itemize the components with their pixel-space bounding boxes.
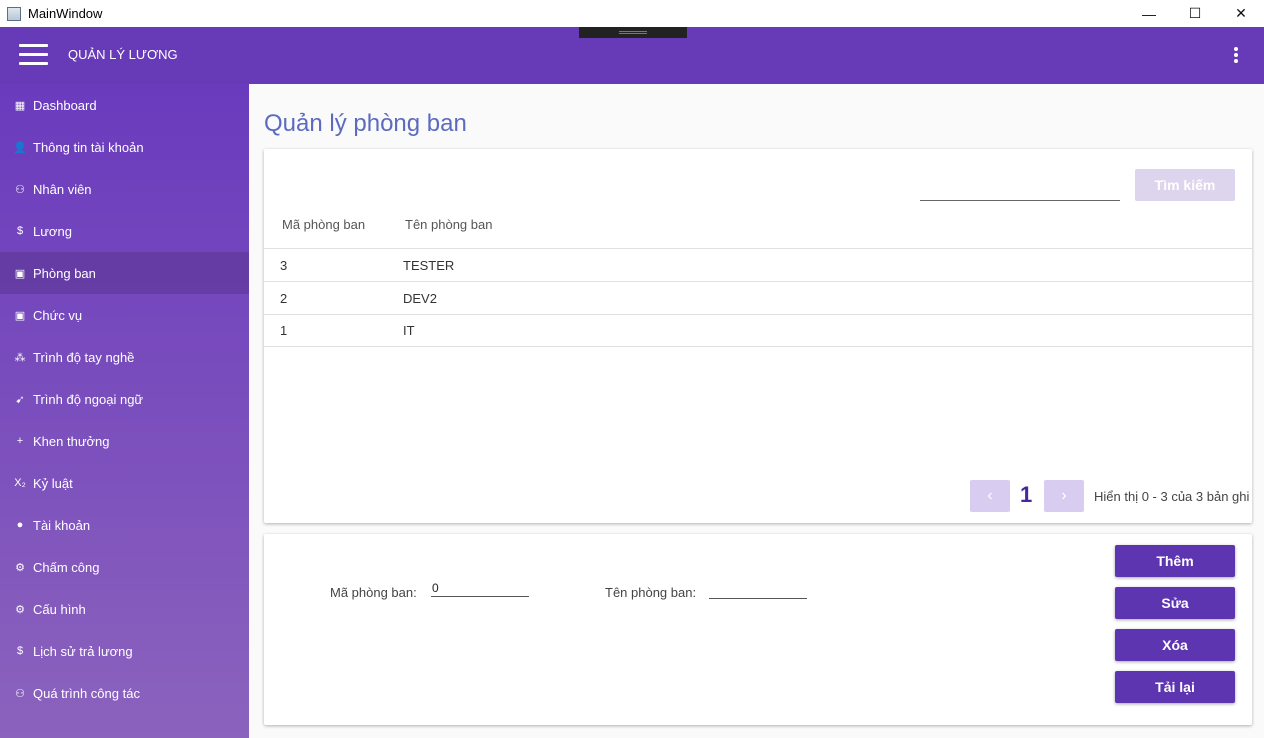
sidebar-item-13[interactable]: ⚙ Cấu hình <box>0 588 249 630</box>
window-titlebar: MainWindow — ☐ ✕ <box>0 0 1264 27</box>
sidebar-item-label: Chức vụ <box>33 307 83 323</box>
swift-icon: ➹ <box>15 393 25 406</box>
sidebar-item-label: Nhân viên <box>33 181 92 197</box>
table-row[interactable]: 3 TESTER <box>264 249 1252 282</box>
cell-ma: 2 <box>280 291 288 306</box>
app-bar: QUẢN LÝ LƯƠNG <box>0 27 1264 84</box>
sidebar-item-14[interactable]: $ Lịch sử trả lương <box>0 630 249 672</box>
app-title: QUẢN LÝ LƯƠNG <box>68 47 178 62</box>
department-form-card: Mã phòng ban: 0 Tên phòng ban: Thêm Sửa … <box>264 534 1252 725</box>
current-page-number: 1 <box>1020 482 1033 507</box>
cell-ten: IT <box>403 323 415 338</box>
gear-icon: ⚙ <box>15 603 25 616</box>
cell-ma: 3 <box>280 258 288 273</box>
edit-button[interactable]: Sửa <box>1115 587 1235 619</box>
gear-icon: ⚙ <box>15 561 25 574</box>
column-header-ma[interactable]: Mã phòng ban <box>282 217 365 232</box>
sidebar-item-12[interactable]: ⚙ Chấm công <box>0 546 249 588</box>
sidebar-item-label: Chấm công <box>33 559 100 575</box>
building-icon: ▣ <box>14 309 26 322</box>
main-content: Quản lý phòng ban Tìm kiếm Mã phòng ban … <box>249 84 1264 738</box>
column-header-ten[interactable]: Tên phòng ban <box>405 217 492 232</box>
hierarchy-icon: ⁂ <box>14 351 26 364</box>
sidebar-item-label: Phòng ban <box>33 265 96 281</box>
next-page-button[interactable]: › <box>1044 480 1084 512</box>
app-window-icon <box>7 6 21 21</box>
people-icon: ⚇ <box>15 183 25 196</box>
sidebar-item-label: Cấu hình <box>33 601 86 617</box>
sidebar-item-label: Lương <box>33 223 72 239</box>
close-button[interactable]: ✕ <box>1218 0 1264 27</box>
table-header: Mã phòng ban Tên phòng ban <box>264 209 1252 249</box>
dollar-circle-icon: $ <box>16 225 24 237</box>
sidebar-item-5[interactable]: ▣ Phòng ban <box>0 252 249 294</box>
ten-phong-ban-label: Tên phòng ban: <box>605 585 697 600</box>
window-drag-grip[interactable] <box>579 27 687 38</box>
sidebar-item-9[interactable]: + Khen thưởng <box>0 420 249 462</box>
account-check-icon: 👤 <box>13 141 27 154</box>
minimize-button[interactable]: — <box>1126 0 1172 27</box>
sidebar-item-7[interactable]: ⁂ Trình độ tay nghề <box>0 336 249 378</box>
sidebar-item-label: Lịch sử trả lương <box>33 643 133 659</box>
pager-info: Hiển thị 0 - 3 của 3 bản ghi <box>1094 489 1250 504</box>
dollar-circle-icon: $ <box>16 645 24 657</box>
people-icon: ⚇ <box>15 687 25 700</box>
sidebar-item-1[interactable]: ▦ Dashboard <box>0 84 249 126</box>
sidebar-item-6[interactable]: ▣ Chức vụ <box>0 294 249 336</box>
sidebar-item-label: Khen thưởng <box>33 433 110 449</box>
sidebar-item-8[interactable]: ➹ Trình độ ngoại ngữ <box>0 378 249 420</box>
sidebar-item-10[interactable]: X₂ Kỷ luật <box>0 462 249 504</box>
maximize-button[interactable]: ☐ <box>1172 0 1218 27</box>
hamburger-menu-icon[interactable] <box>19 44 48 66</box>
sidebar: ▦ Dashboard 👤 Thông tin tài khoản ⚇ Nhân viên… <box>0 84 249 738</box>
sidebar-item-label: Dashboard <box>33 97 97 113</box>
window-title: MainWindow <box>28 6 103 21</box>
previous-page-button[interactable]: ‹ <box>970 480 1010 512</box>
sidebar-item-label: Kỷ luật <box>33 475 73 491</box>
sidebar-item-2[interactable]: 👤 Thông tin tài khoản <box>0 126 249 168</box>
person-icon: ● <box>16 519 24 531</box>
sidebar-item-3[interactable]: ⚇ Nhân viên <box>0 168 249 210</box>
sidebar-item-label: Tài khoản <box>33 517 91 533</box>
delete-button[interactable]: Xóa <box>1115 629 1235 661</box>
sidebar-item-label: Trình độ ngoại ngữ <box>33 391 144 407</box>
cell-ten: DEV2 <box>403 291 437 306</box>
more-options-icon[interactable] <box>1234 47 1238 65</box>
sidebar-item-4[interactable]: $ Lương <box>0 210 249 252</box>
ten-phong-ban-input[interactable] <box>709 583 807 599</box>
subscript-x-icon: X₂ <box>14 477 26 489</box>
table-row[interactable]: 1 IT <box>264 314 1252 347</box>
table-row[interactable]: 2 DEV2 <box>264 282 1252 315</box>
sidebar-item-11[interactable]: ● Tài khoản <box>0 504 249 546</box>
building-icon: ▣ <box>14 267 26 280</box>
cell-ma: 1 <box>280 323 288 338</box>
sidebar-item-label: Quá trình công tác <box>33 685 140 701</box>
dashboard-icon: ▦ <box>14 99 26 112</box>
department-list-card: Tìm kiếm Mã phòng ban Tên phòng ban 3 TE… <box>264 149 1252 523</box>
sidebar-item-15[interactable]: ⚇ Quá trình công tác <box>0 672 249 714</box>
sidebar-item-label: Thông tin tài khoản <box>33 139 144 155</box>
page-title: Quản lý phòng ban <box>264 110 467 137</box>
search-button[interactable]: Tìm kiếm <box>1135 169 1235 201</box>
ma-phong-ban-label: Mã phòng ban: <box>330 585 417 600</box>
add-button[interactable]: Thêm <box>1115 545 1235 577</box>
cell-ten: TESTER <box>403 258 455 273</box>
plus-icon: + <box>16 435 24 447</box>
reload-button[interactable]: Tải lại <box>1115 671 1235 703</box>
ma-phong-ban-input[interactable]: 0 <box>431 581 529 597</box>
search-input[interactable] <box>920 183 1120 201</box>
sidebar-item-label: Trình độ tay nghề <box>33 349 135 365</box>
